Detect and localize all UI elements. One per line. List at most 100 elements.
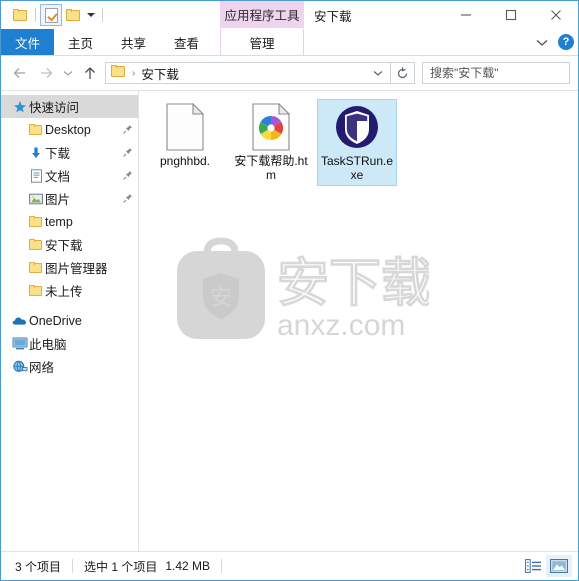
sidebar-item-not-uploaded[interactable]: 未上传	[1, 279, 138, 302]
folder-icon[interactable]	[9, 4, 31, 26]
sidebar-item-label: 未上传	[45, 285, 83, 299]
blank-document-icon	[161, 103, 209, 151]
status-separator-2	[221, 559, 223, 573]
item-count: 3 个项目	[15, 559, 62, 574]
svg-text:安: 安	[210, 285, 232, 310]
pictures-icon	[27, 193, 45, 205]
network-icon	[11, 360, 29, 373]
sidebar-item-temp[interactable]: temp	[1, 210, 138, 233]
folder-icon	[27, 261, 45, 274]
folder-icon	[27, 284, 45, 297]
shield-application-icon	[333, 103, 381, 151]
sidebar-item-this-pc[interactable]: 此电脑	[1, 332, 138, 355]
sidebar-item-label: 网络	[29, 361, 55, 375]
window-controls	[443, 1, 578, 29]
sidebar-item-label: 快速访问	[29, 101, 80, 115]
toolbar-separator-2	[102, 8, 103, 22]
svg-text:anxz.com: anxz.com	[277, 309, 405, 342]
sidebar-item-image-manager[interactable]: 图片管理器	[1, 256, 138, 279]
sidebar-item-documents[interactable]: 文档	[1, 164, 138, 187]
breadcrumb-folder-icon	[111, 65, 126, 81]
new-folder-icon[interactable]	[62, 4, 84, 26]
title-bar: 应用程序工具 安下载	[1, 1, 578, 29]
large-icons-view-button[interactable]	[546, 555, 572, 577]
sidebar-item-label: 下载	[45, 147, 71, 161]
sidebar-item-pictures[interactable]: 图片	[1, 187, 138, 210]
minimize-icon[interactable]	[443, 1, 488, 29]
file-item[interactable]: 安下载帮助.htm	[231, 99, 311, 186]
toolbar-separator	[35, 8, 36, 22]
maximize-icon[interactable]	[488, 1, 533, 29]
refresh-button[interactable]	[391, 62, 415, 84]
file-item[interactable]: TaskSTRun.exe	[317, 99, 397, 186]
up-button[interactable]	[77, 60, 103, 86]
forward-button[interactable]	[33, 60, 59, 86]
back-button[interactable]	[7, 60, 33, 86]
sidebar-item-label: temp	[45, 214, 73, 229]
status-bar: 3 个项目 选中 1 个项目 1.42 MB	[1, 551, 578, 580]
breadcrumb[interactable]: › 安下载	[105, 62, 391, 84]
tab-home[interactable]: 主页	[54, 29, 107, 55]
breadcrumb-path[interactable]: 安下载	[141, 64, 368, 83]
contextual-tab-group-header: 应用程序工具	[220, 1, 304, 28]
pin-icon[interactable]	[120, 193, 134, 204]
file-item[interactable]: pnghhbd.	[145, 99, 225, 186]
pin-icon[interactable]	[120, 170, 134, 181]
sidebar-item-label: 此电脑	[29, 338, 67, 352]
download-icon	[27, 146, 45, 160]
sidebar-item-desktop[interactable]: Desktop	[1, 118, 138, 141]
tab-file[interactable]: 文件	[1, 29, 55, 55]
breadcrumb-separator: ›	[132, 67, 136, 79]
help-icon[interactable]: ?	[558, 34, 574, 50]
details-view-button[interactable]	[520, 555, 546, 577]
sidebar-item-label: OneDrive	[29, 313, 82, 328]
nav-gap	[1, 302, 138, 309]
chevron-up-icon[interactable]	[532, 32, 552, 52]
sidebar-item-quick-access[interactable]: 快速访问	[1, 95, 138, 118]
sidebar-item-downloads[interactable]: 下载	[1, 141, 138, 164]
file-name: pnghhbd.	[159, 154, 211, 168]
sidebar-item-label: 图片管理器	[45, 262, 108, 276]
address-bar: › 安下载	[1, 56, 579, 90]
sidebar-item-label: 安下载	[45, 239, 83, 253]
close-icon[interactable]	[533, 1, 578, 29]
sidebar-item-anxiazai[interactable]: 安下载	[1, 233, 138, 256]
star-icon	[11, 100, 29, 114]
watermark: 安 安下载 anxz.com	[159, 231, 434, 346]
tab-view[interactable]: 查看	[160, 29, 213, 55]
sidebar-item-label: 文档	[45, 170, 71, 184]
tab-manage[interactable]: 管理	[220, 29, 304, 55]
search-input[interactable]	[430, 66, 579, 80]
sidebar-item-label: 图片	[45, 193, 71, 207]
folder-icon	[27, 123, 45, 136]
svg-text:安下载: 安下载	[277, 255, 429, 313]
sidebar-item-network[interactable]: 网络	[1, 355, 138, 378]
pin-icon[interactable]	[120, 147, 134, 158]
chevron-down-icon[interactable]	[84, 4, 98, 26]
html-document-icon	[247, 103, 295, 151]
contextual-tab-group-label: 应用程序工具	[224, 9, 300, 23]
file-name: TaskSTRun.exe	[320, 154, 394, 182]
navigation-pane: 快速访问 Desktop 下载 文档 图片 temp 安下载 图片管理器 未上传…	[1, 91, 138, 551]
file-list-pane[interactable]: 安 安下载 anxz.com pnghhbd. 安下载帮助.htm TaskST…	[138, 91, 578, 551]
ribbon-tab-bar: 文件 主页 共享 查看 管理 ?	[1, 29, 578, 55]
computer-icon	[11, 337, 29, 350]
document-icon	[27, 168, 45, 183]
status-separator	[72, 559, 74, 573]
recent-locations-icon[interactable]	[59, 60, 77, 86]
search-box[interactable]	[422, 62, 579, 84]
folder-icon	[27, 238, 45, 251]
pin-icon[interactable]	[120, 124, 134, 135]
window-title: 安下载	[314, 9, 352, 24]
selection-status: 选中 1 个项目	[84, 559, 158, 574]
properties-icon[interactable]	[40, 4, 62, 26]
file-name: 安下载帮助.htm	[234, 154, 308, 182]
folder-icon	[27, 215, 45, 228]
cloud-icon	[11, 315, 29, 326]
ribbon-right-controls: ?	[532, 29, 574, 55]
sidebar-item-onedrive[interactable]: OneDrive	[1, 309, 138, 332]
chevron-down-icon[interactable]	[368, 63, 388, 83]
file-grid: pnghhbd. 安下载帮助.htm TaskSTRun.exe	[139, 91, 578, 192]
file-explorer-window: 应用程序工具 安下载 文件 主页 共享 查看 管理 ? › 安下载 搜索"安下载…	[0, 0, 579, 581]
tab-share[interactable]: 共享	[107, 29, 160, 55]
